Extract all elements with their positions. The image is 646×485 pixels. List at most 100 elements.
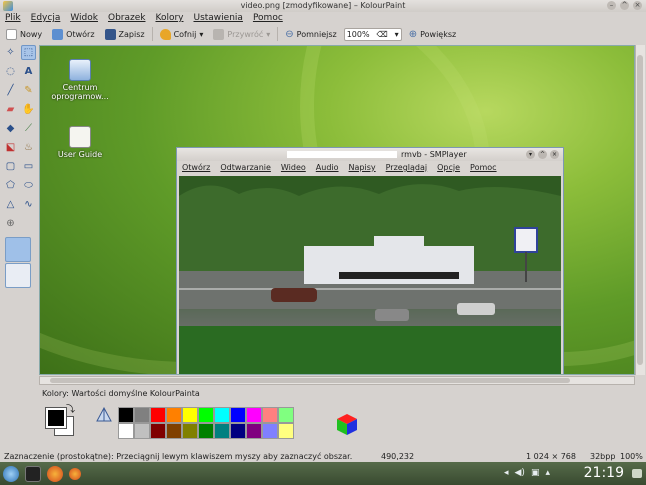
video-frame[interactable] xyxy=(179,176,561,374)
menu-ustawienia[interactable]: Ustawienia xyxy=(193,12,242,25)
palette-color-swatch[interactable] xyxy=(262,407,278,423)
terminal-icon[interactable] xyxy=(25,465,41,482)
tray-arrow-icon[interactable]: ◂ xyxy=(504,468,509,478)
fill-bucket-icon[interactable]: ◆ xyxy=(3,121,18,136)
zoom-combobox[interactable]: 100% ⌫ ▾ xyxy=(343,27,402,41)
palette-color-swatch[interactable] xyxy=(214,423,230,439)
brush-icon[interactable]: ✋ xyxy=(21,102,36,117)
color-picker-icon[interactable]: ⟋ xyxy=(21,121,36,136)
palette-color-swatch[interactable] xyxy=(182,407,198,423)
network-icon[interactable]: ▣ xyxy=(531,468,540,478)
zoom-in-button[interactable]: ⊕ Powiększ xyxy=(406,26,460,42)
undo-button[interactable]: Cofnij ▾ xyxy=(157,26,207,42)
palette-color-swatch[interactable] xyxy=(134,407,150,423)
rounded-rect-icon[interactable]: ▢ xyxy=(3,159,18,174)
color-swatch-fg-bg[interactable]: ⤵ xyxy=(44,405,76,438)
eraser-icon[interactable]: ▰ xyxy=(3,102,18,117)
open-button[interactable]: Otwórz xyxy=(49,26,97,42)
rectangle-icon[interactable]: ▭ xyxy=(21,159,36,174)
firefox-icon[interactable] xyxy=(47,465,63,482)
ellipse-select-icon[interactable]: ◌ xyxy=(3,64,18,79)
player-menu-browse[interactable]: Przeglądaj xyxy=(386,161,428,174)
curve-icon[interactable]: ∿ xyxy=(21,197,36,212)
player-menu-open[interactable]: Otwórz xyxy=(182,161,210,174)
chevron-down-icon[interactable]: ▾ xyxy=(395,30,399,39)
palette-color-swatch[interactable] xyxy=(182,423,198,439)
palette-color-swatch[interactable] xyxy=(278,407,294,423)
vertical-scrollbar[interactable] xyxy=(635,45,645,375)
player-menu-audio[interactable]: Audio xyxy=(316,161,339,174)
palette-color-swatch[interactable] xyxy=(166,423,182,439)
menu-plik[interactable]: Plik xyxy=(5,12,21,25)
redo-dropdown-icon[interactable]: ▾ xyxy=(266,30,270,39)
close-icon[interactable]: × xyxy=(633,1,642,10)
player-menu-help[interactable]: Pomoc xyxy=(470,161,497,174)
menu-edycja[interactable]: Edycja xyxy=(31,12,61,25)
palette-color-swatch[interactable] xyxy=(198,407,214,423)
polygon-icon[interactable]: ⬠ xyxy=(3,178,18,193)
menu-pomoc[interactable]: Pomoc xyxy=(253,12,283,25)
show-desktop-icon[interactable] xyxy=(632,469,642,478)
spraycan-icon[interactable]: ♨ xyxy=(21,140,36,155)
selection-transparent-option[interactable] xyxy=(5,263,31,288)
zoom-tool-icon[interactable]: ⊕ xyxy=(3,216,18,231)
new-button[interactable]: Nowy xyxy=(3,26,45,42)
free-select-icon[interactable]: ✧ xyxy=(3,45,18,60)
palette-color-swatch[interactable] xyxy=(198,423,214,439)
color-eraser-icon[interactable]: ⬕ xyxy=(3,140,18,155)
player-menu-playback[interactable]: Odtwarzanie xyxy=(220,161,271,174)
menu-widok[interactable]: Widok xyxy=(70,12,98,25)
firefox-running-icon[interactable] xyxy=(69,467,81,480)
ellipse-icon[interactable]: ⬭ xyxy=(21,178,36,193)
palette-color-swatch[interactable] xyxy=(118,407,134,423)
palette-color-swatch[interactable] xyxy=(134,423,150,439)
player-menu-subtitles[interactable]: Napisy xyxy=(349,161,376,174)
palette-color-swatch[interactable] xyxy=(118,423,134,439)
tray-expand-icon[interactable]: ▴ xyxy=(545,468,550,478)
menu-obrazek[interactable]: Obrazek xyxy=(108,12,146,25)
redo-button[interactable]: Przywróć ▾ xyxy=(210,26,273,42)
pen-tool-icon[interactable]: ✎ xyxy=(21,83,36,98)
palette-color-swatch[interactable] xyxy=(230,407,246,423)
clear-icon[interactable]: ⌫ xyxy=(376,30,387,39)
zoom-out-button[interactable]: ⊖ Pomniejsz xyxy=(282,26,339,42)
palette-color-swatch[interactable] xyxy=(246,407,262,423)
menu-kolory[interactable]: Kolory xyxy=(155,12,183,25)
desktop-icon-software-center[interactable]: Centrum oprogramow... xyxy=(50,59,110,101)
horizontal-scrollbar[interactable] xyxy=(39,376,635,385)
desktop-icon-user-guide[interactable]: User Guide xyxy=(50,126,110,159)
text-tool-icon[interactable]: A xyxy=(21,64,36,79)
player-menu-options[interactable]: Opcje xyxy=(437,161,460,174)
palette-color-swatch[interactable] xyxy=(214,407,230,423)
palette-color-swatch[interactable] xyxy=(246,423,262,439)
selection-opaque-option[interactable] xyxy=(5,237,31,262)
kolourpaint-app-icon[interactable] xyxy=(3,1,13,11)
palette-color-swatch[interactable] xyxy=(230,423,246,439)
smplayer-close-icon[interactable]: × xyxy=(550,150,559,159)
canvas[interactable]: Centrum oprogramow... User Guide rmvb - … xyxy=(39,45,635,375)
scrollbar-thumb[interactable] xyxy=(637,55,643,365)
smplayer-maximize-icon[interactable]: ^ xyxy=(538,150,547,159)
palette-color-swatch[interactable] xyxy=(150,423,166,439)
line-tool-icon[interactable]: ╱ xyxy=(3,83,18,98)
scrollbar-thumb[interactable] xyxy=(50,378,570,383)
taskbar-clock[interactable]: 21:19 xyxy=(584,465,624,481)
palette-color-swatch[interactable] xyxy=(262,423,278,439)
swap-colors-icon[interactable]: ⤵ xyxy=(66,402,75,415)
kde-menu-icon[interactable] xyxy=(3,465,19,482)
color-similarity-icon[interactable] xyxy=(96,406,112,423)
minimize-icon[interactable]: – xyxy=(607,1,616,10)
palette-color-swatch[interactable] xyxy=(278,423,294,439)
maximize-icon[interactable]: ^ xyxy=(620,1,629,10)
polyline-icon[interactable]: △ xyxy=(3,197,18,212)
palette-color-swatch[interactable] xyxy=(166,407,182,423)
rect-select-icon[interactable]: ⬚ xyxy=(21,45,36,60)
volume-icon[interactable]: ◀) xyxy=(515,468,525,478)
save-button[interactable]: Zapisz xyxy=(102,26,148,42)
smplayer-minimize-icon[interactable]: ▾ xyxy=(526,150,535,159)
player-menu-video[interactable]: Wideo xyxy=(281,161,306,174)
undo-dropdown-icon[interactable]: ▾ xyxy=(199,30,203,39)
palette-color-swatch[interactable] xyxy=(150,407,166,423)
foreground-color[interactable] xyxy=(45,407,67,429)
color-cube-icon[interactable] xyxy=(333,411,359,437)
